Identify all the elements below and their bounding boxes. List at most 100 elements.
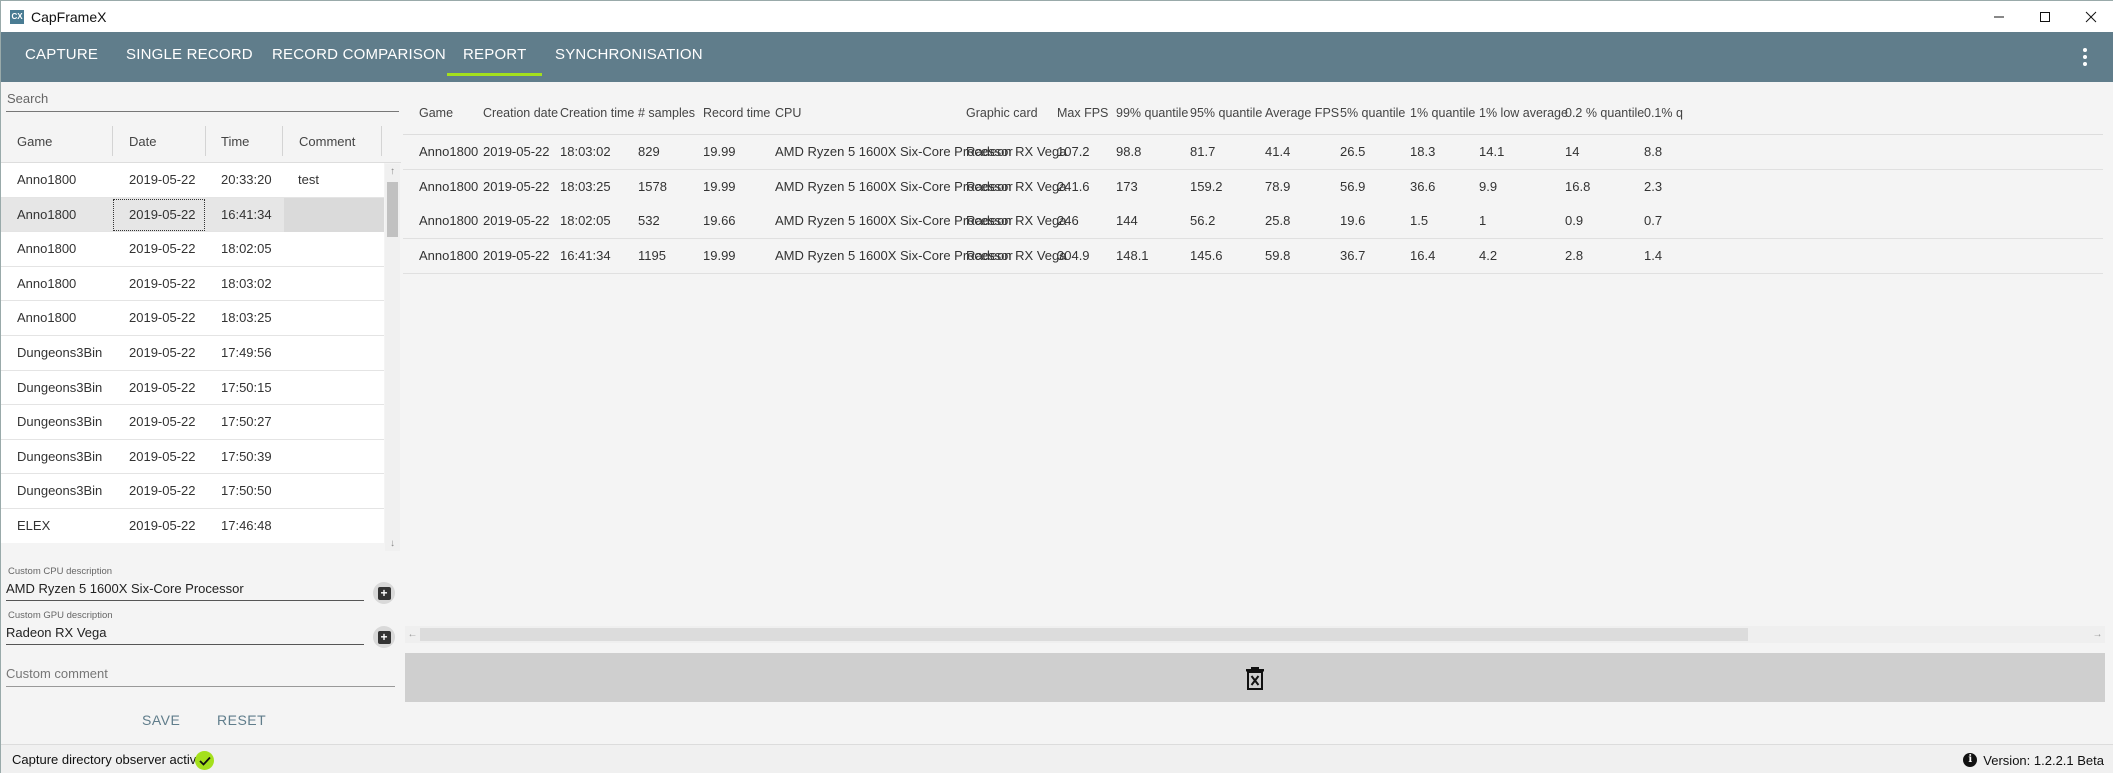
column-header-time[interactable]: Time (221, 120, 249, 163)
column-divider[interactable] (112, 126, 113, 156)
report-cell: 241.6 (1057, 178, 1090, 194)
report-cell: Radeon RX Vega (966, 178, 1067, 194)
report-column-header[interactable]: 5% quantile (1340, 92, 1405, 134)
report-column-header[interactable]: Record time (703, 92, 770, 134)
tab-single-record[interactable]: SINGLE RECORD (126, 32, 253, 82)
report-row[interactable]: Anno1800 2019-05-22 18:03:02 829 19.99 AMD Ry… (403, 135, 2103, 170)
report-column-header[interactable]: 1% quantile (1410, 92, 1475, 134)
report-column-header[interactable]: Creation date (483, 92, 558, 134)
record-list-scrollbar[interactable]: ↑ ↓ (385, 164, 400, 551)
table-row[interactable]: Anno1800 2019-05-22 18:02:05 (1, 232, 384, 267)
record-game: Anno1800 (17, 206, 77, 222)
report-cell: 98.8 (1116, 144, 1142, 159)
tab-record-comparison[interactable]: RECORD COMPARISON (272, 32, 446, 82)
column-header-game[interactable]: Game (17, 120, 52, 163)
report-cell: 4.2 (1479, 247, 1498, 263)
table-row[interactable]: Dungeons3Bin 2019-05-22 17:50:15 (1, 370, 384, 406)
tab-report[interactable]: REPORT (446, 32, 543, 82)
version-info: i Version: 1.2.2.1 Beta (1963, 745, 2104, 773)
record-game: Dungeons3Bin (17, 345, 103, 360)
scrollbar-thumb[interactable] (420, 628, 1748, 641)
report-column-header[interactable]: Max FPS (1057, 92, 1108, 134)
report-cell: Anno1800 (419, 178, 479, 194)
report-cell: 36.6 (1410, 178, 1436, 194)
report-cell: Anno1800 (419, 247, 479, 263)
scroll-up-icon[interactable]: ↑ (385, 164, 400, 179)
report-column-header[interactable]: CPU (775, 92, 801, 134)
report-horizontal-scrollbar[interactable]: ← → (405, 626, 2105, 643)
tab-capture[interactable]: CAPTURE (25, 32, 98, 82)
table-row[interactable]: Dungeons3Bin 2019-05-22 17:50:50 (1, 474, 384, 509)
report-cell: 18.3 (1410, 144, 1436, 159)
report-column-header[interactable]: 95% quantile (1190, 92, 1262, 134)
report-cell: 81.7 (1190, 144, 1216, 159)
info-icon[interactable]: i (1963, 753, 1978, 767)
main-nav: CAPTURE SINGLE RECORD RECORD COMPARISON … (1, 32, 2113, 82)
gpu-description-field[interactable]: Radeon RX Vega (6, 623, 364, 645)
report-column-header[interactable]: Graphic card (966, 92, 1038, 134)
report-cell: 16.8 (1565, 178, 1591, 194)
column-header-comment[interactable]: Comment (299, 120, 355, 163)
minimize-button[interactable] (1976, 1, 2022, 32)
reset-button[interactable]: RESET (217, 712, 266, 728)
report-table-header: Game Creation date Creation time # samples R… (403, 92, 2103, 134)
report-column-header[interactable]: 1% low average (1479, 92, 1568, 134)
table-row[interactable]: ELEX 2019-05-22 17:46:48 (1, 509, 384, 543)
column-divider[interactable] (205, 126, 206, 156)
column-header-date[interactable]: Date (129, 120, 156, 163)
report-cell: 19.6 (1340, 213, 1366, 229)
report-cell: 173 (1116, 178, 1138, 194)
more-vert-icon[interactable] (2080, 46, 2090, 68)
table-row[interactable]: Dungeons3Bin 2019-05-22 17:50:39 (1, 439, 384, 475)
column-divider[interactable] (381, 126, 382, 156)
app-window: CX CapFrameX CAPTURE SINGLE RECORD RECOR… (0, 0, 2113, 773)
add-cpu-button[interactable]: + (373, 582, 395, 604)
report-column-header[interactable]: 99% quantile (1116, 92, 1188, 134)
scrollbar-thumb[interactable] (387, 182, 398, 237)
search-input[interactable]: Search (6, 89, 399, 112)
report-cell: 1.5 (1410, 213, 1429, 229)
table-row[interactable]: Dungeons3Bin 2019-05-22 17:49:56 (1, 336, 384, 371)
report-cell: 2.3 (1644, 178, 1663, 194)
record-list-header: Game Date Time Comment (1, 120, 401, 163)
report-cell: 19.66 (703, 213, 736, 229)
report-column-header[interactable]: # samples (638, 92, 695, 134)
scroll-right-icon[interactable]: → (2090, 626, 2105, 643)
tab-synchronisation[interactable]: SYNCHRONISATION (555, 32, 703, 82)
report-column-header[interactable]: 0.2 % quantile (1565, 92, 1644, 134)
record-game: Anno1800 (17, 310, 77, 326)
report-cell: 19.99 (703, 144, 736, 159)
scroll-down-icon[interactable]: ↓ (385, 536, 400, 551)
record-game: Anno1800 (17, 241, 77, 257)
report-cell: 56.9 (1340, 178, 1366, 194)
report-cell: 8.8 (1644, 144, 1663, 159)
table-row[interactable]: Anno1800 2019-05-22 20:33:20 test (1, 163, 384, 198)
report-row[interactable]: Anno1800 2019-05-22 18:03:25 1578 19.99 AMD R… (403, 169, 2103, 205)
table-row[interactable]: Dungeons3Bin 2019-05-22 17:50:27 (1, 405, 384, 440)
add-gpu-button[interactable]: + (373, 626, 395, 648)
table-row[interactable]: Anno1800 2019-05-22 18:03:02 (1, 266, 384, 302)
record-time: 18:02:05 (221, 241, 272, 257)
report-row[interactable]: Anno1800 2019-05-22 16:41:34 1195 19.99 AMD R… (403, 238, 2103, 274)
table-row[interactable]: Anno1800 2019-05-22 18:03:25 (1, 301, 384, 336)
report-row[interactable]: Anno1800 2019-05-22 18:02:05 532 19.66 AMD Ry… (403, 204, 2103, 240)
table-row[interactable]: Anno1800 2019-05-22 16:41:34 (1, 197, 384, 233)
custom-comment-input[interactable]: Custom comment (6, 662, 395, 687)
close-icon (2085, 11, 2097, 22)
report-cell: 25.8 (1265, 213, 1291, 229)
scroll-left-icon[interactable]: ← (405, 626, 420, 643)
delete-records-button[interactable] (405, 653, 2105, 702)
report-column-header[interactable]: 0.1% q (1644, 92, 1683, 134)
close-button[interactable] (2068, 1, 2113, 32)
save-button[interactable]: SAVE (142, 712, 180, 728)
report-column-header[interactable]: Average FPS (1265, 92, 1339, 134)
record-date: 2019-05-22 (129, 518, 196, 533)
cpu-description-field[interactable]: AMD Ryzen 5 1600X Six-Core Processor (6, 579, 364, 601)
column-divider[interactable] (282, 126, 283, 156)
selected-comment-cell[interactable] (284, 197, 384, 232)
report-column-header[interactable]: Creation time (560, 92, 634, 134)
report-cell: 144 (1116, 213, 1138, 229)
maximize-button[interactable] (2022, 1, 2068, 32)
report-column-header[interactable]: Game (419, 92, 453, 134)
record-date: 2019-05-22 (129, 206, 196, 222)
